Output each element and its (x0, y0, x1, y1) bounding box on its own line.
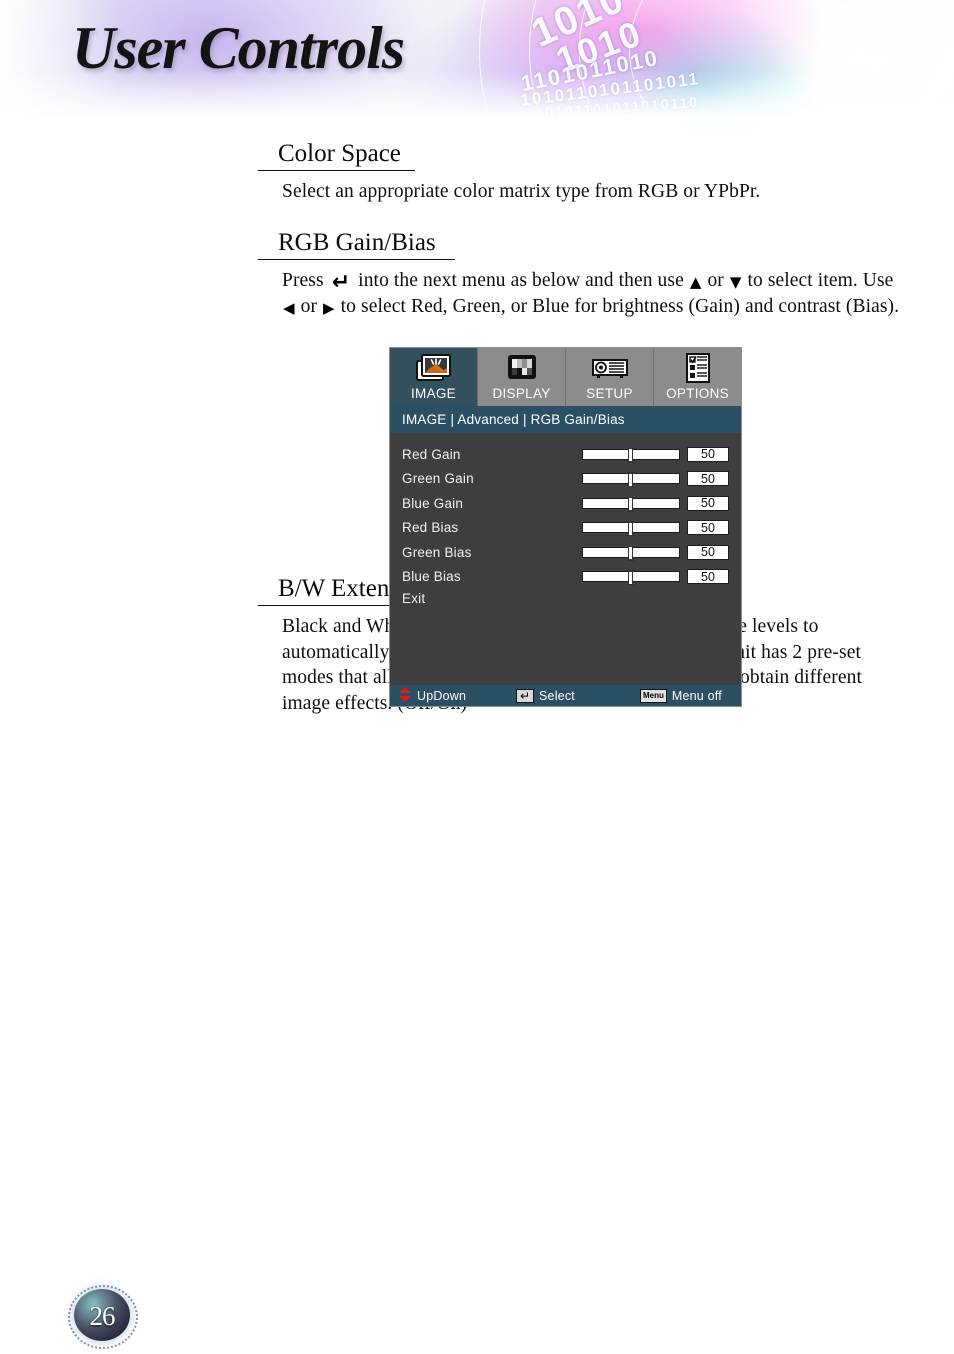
osd-tab-bar: IMAGE DISPLAY SETUP OPTIONS (390, 348, 741, 406)
osd-setting-label: Green Bias (402, 544, 472, 560)
right-arrow-icon: ▶ (323, 298, 335, 317)
osd-tab-label: SETUP (586, 386, 633, 401)
osd-slider-knob[interactable] (627, 570, 634, 586)
osd-footer-label: UpDown (417, 688, 467, 703)
osd-tab-label: OPTIONS (666, 386, 729, 401)
osd-setting-label: Green Gain (402, 471, 474, 487)
text-fragment: or (295, 295, 323, 317)
section-rgb-gain-bias: RGB Gain/Bias (258, 228, 903, 262)
left-arrow-icon: ◀ (283, 298, 295, 317)
section-color-space: Color Space (258, 140, 903, 173)
osd-footer-select: ↵ Select (516, 688, 640, 703)
osd-slider[interactable] (582, 496, 680, 512)
osd-tab-display[interactable]: DISPLAY (478, 348, 566, 406)
page-number-badge: 26 (68, 1285, 138, 1349)
osd-footer-menuoff: Menu Menu off (640, 688, 722, 703)
menu-key-icon: Menu (640, 688, 667, 703)
osd-footer-label: Select (539, 688, 575, 703)
osd-setting-row[interactable]: Green Bias 50 (390, 540, 741, 565)
osd-slider[interactable] (582, 545, 680, 561)
text-fragment: Press (282, 269, 329, 291)
osd-exit-item[interactable]: Exit (390, 589, 741, 606)
enter-key-icon: ↵ (516, 688, 534, 703)
section-body-color-space: Select an appropriate color matrix type … (282, 181, 761, 202)
up-arrow-icon: ▲ (689, 272, 702, 291)
osd-tab-label: DISPLAY (492, 386, 551, 401)
osd-settings-list: Red Gain 50 Green Gain 50 Blue Gain 50 R… (390, 433, 741, 685)
text-fragment: into the next menu as below and then use (353, 269, 689, 291)
down-arrow-icon: ▼ (729, 272, 742, 291)
projector-icon (590, 351, 630, 385)
osd-setting-row[interactable]: Red Gain 50 (390, 442, 741, 467)
text-fragment: to select item. Use (742, 269, 894, 291)
section-heading: RGB Gain/Bias (278, 228, 436, 256)
osd-value-box: 50 (687, 569, 729, 585)
text-fragment: to select Red, Green, or Blue for bright… (335, 295, 900, 317)
osd-slider[interactable] (582, 447, 680, 463)
osd-setting-label: Red Gain (402, 446, 461, 462)
osd-value-box: 50 (687, 446, 729, 462)
osd-slider-knob[interactable] (627, 521, 634, 537)
osd-value-box: 50 (687, 520, 729, 536)
osd-footer-updown: UpDown (398, 686, 516, 705)
osd-setting-row[interactable]: Red Bias 50 (390, 516, 741, 541)
updown-arrow-icon (398, 686, 412, 705)
osd-value-box: 50 (687, 544, 729, 560)
section-body-rgb-gain-bias: Press ↵ into the next menu as below and … (282, 268, 903, 320)
osd-value-box: 50 (687, 495, 729, 511)
osd-setting-row[interactable]: Blue Bias 50 (390, 565, 741, 590)
osd-slider-knob[interactable] (627, 472, 634, 488)
section-heading: Color Space (278, 140, 401, 167)
osd-setting-label: Red Bias (402, 520, 459, 536)
osd-setting-label: Blue Gain (402, 495, 464, 511)
osd-setting-row[interactable]: Green Gain 50 (390, 467, 741, 492)
picture-icon (415, 351, 452, 385)
enter-key-icon: ↵ (331, 269, 351, 295)
osd-setting-row[interactable]: Blue Gain 50 (390, 491, 741, 516)
text-fragment: or (702, 269, 729, 291)
osd-footer-label: Menu off (671, 688, 722, 703)
osd-footer-bar: UpDown ↵ Select Menu Menu off (390, 685, 741, 706)
osd-breadcrumb: IMAGE | Advanced | RGB Gain/Bias (390, 406, 741, 433)
osd-tab-options[interactable]: OPTIONS (654, 348, 741, 406)
osd-tab-image[interactable]: IMAGE (390, 348, 478, 406)
osd-setting-label: Blue Bias (402, 569, 461, 585)
osd-tab-setup[interactable]: SETUP (566, 348, 654, 406)
checklist-icon (682, 351, 714, 385)
osd-slider-knob[interactable] (627, 447, 634, 463)
osd-value-box: 50 (687, 471, 729, 487)
monitor-testpattern-icon (504, 351, 540, 385)
page-title: User Controls (72, 15, 405, 81)
osd-slider-knob[interactable] (627, 496, 634, 512)
osd-menu: IMAGE DISPLAY SETUP OPTIONS IMAGE | Adva… (389, 347, 742, 707)
osd-slider[interactable] (582, 472, 680, 488)
osd-slider-knob[interactable] (627, 545, 634, 561)
osd-slider[interactable] (582, 570, 680, 586)
page-banner: 1010 1010 1101011010 1010110101101011 01… (0, 0, 954, 122)
osd-tab-label: IMAGE (410, 386, 456, 401)
page-number: 26 (89, 1300, 116, 1331)
osd-slider[interactable] (582, 521, 680, 537)
